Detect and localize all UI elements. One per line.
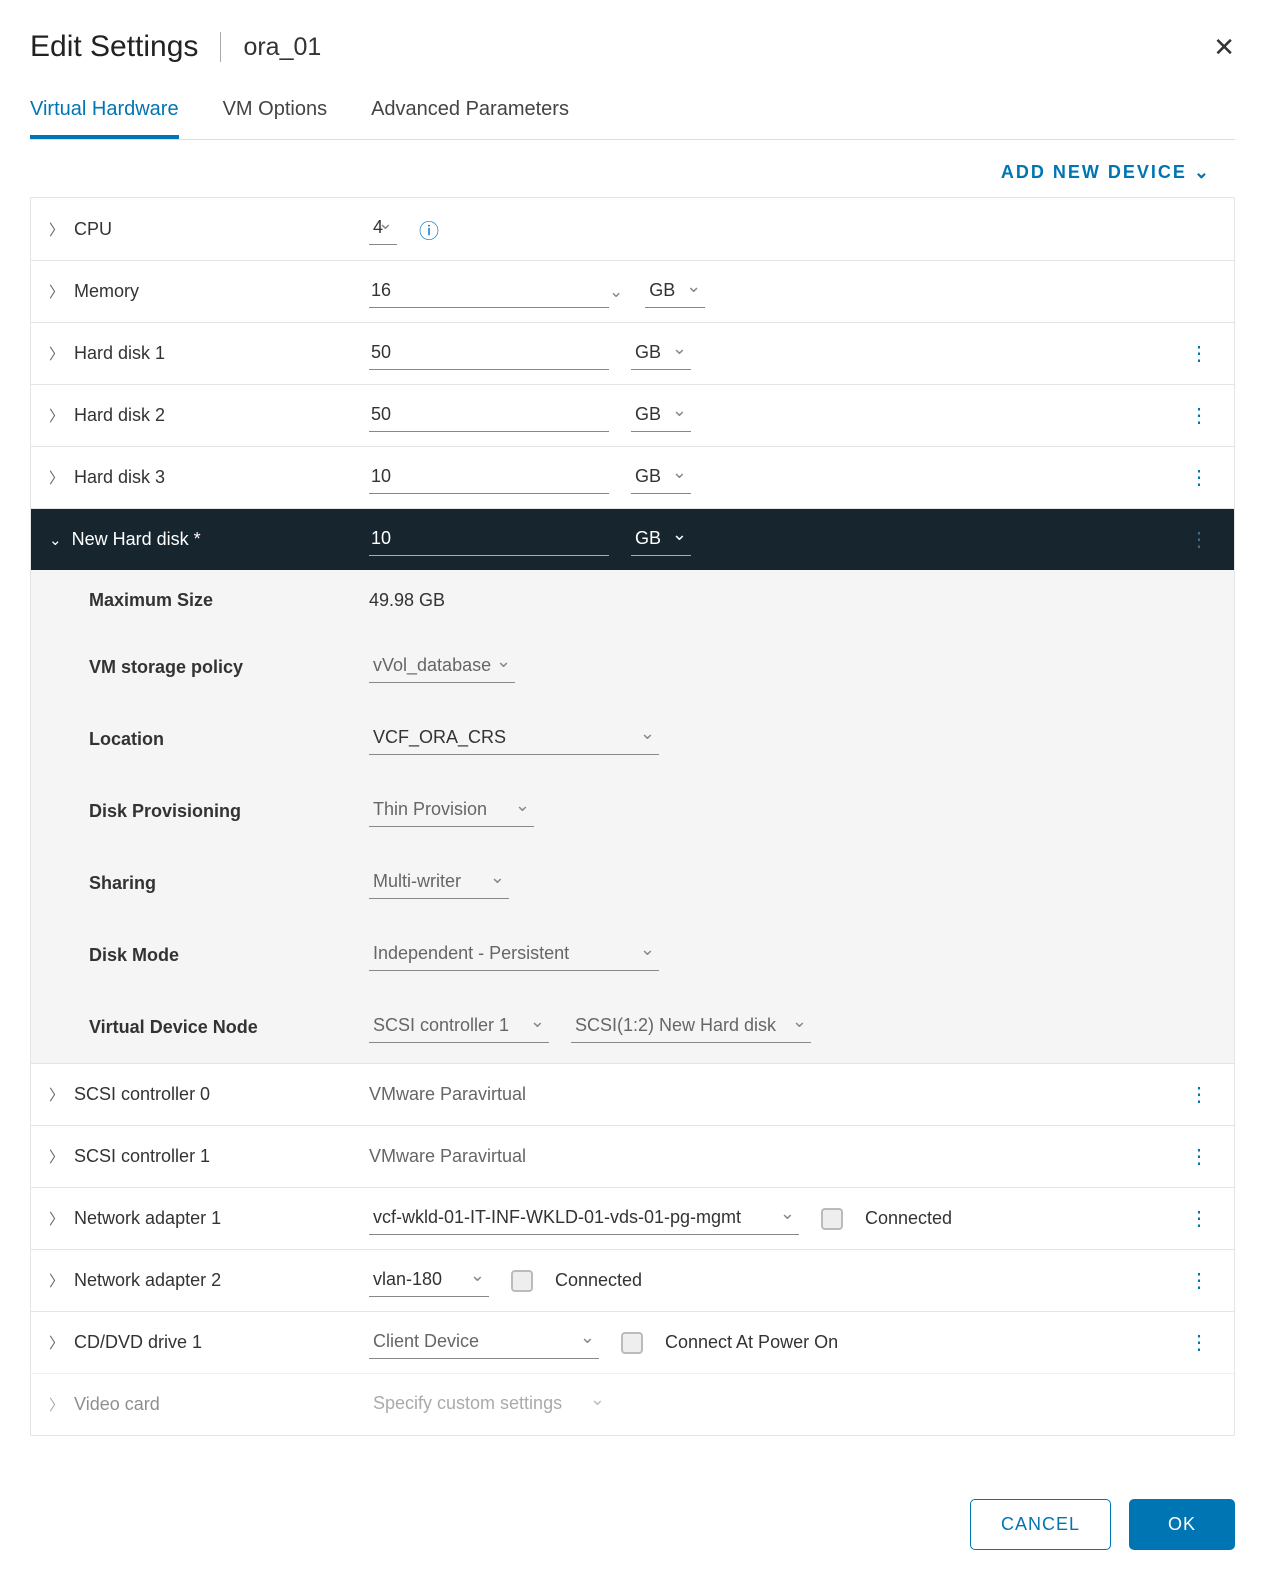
- cd-actions-icon[interactable]: ⋮: [1189, 1332, 1209, 1354]
- expand-net1-icon[interactable]: 〉: [49, 1208, 64, 1229]
- cd-device-select[interactable]: Client Device: [369, 1327, 599, 1359]
- video-label: Video card: [74, 1394, 160, 1415]
- hd2-unit-select[interactable]: GB: [631, 400, 691, 432]
- disk-mode-label: Disk Mode: [49, 945, 369, 966]
- add-new-device-label: ADD NEW DEVICE: [1001, 162, 1187, 182]
- hd1-unit-select[interactable]: GB: [631, 338, 691, 370]
- vm-storage-policy-label: VM storage policy: [49, 657, 369, 678]
- vm-storage-policy-select[interactable]: vVol_database: [369, 651, 515, 683]
- net2-network-select[interactable]: vlan-180: [369, 1265, 489, 1297]
- hd2-label: Hard disk 2: [74, 405, 165, 426]
- sharing-select[interactable]: Multi-writer: [369, 867, 509, 899]
- expand-hd2-icon[interactable]: 〉: [49, 405, 64, 426]
- memory-value-input[interactable]: [369, 276, 609, 308]
- new-hard-disk-actions-icon[interactable]: ⋮: [1189, 529, 1209, 551]
- disk-provisioning-select[interactable]: Thin Provision: [369, 795, 534, 827]
- cd-connect-label: Connect At Power On: [665, 1332, 838, 1353]
- cancel-button[interactable]: CANCEL: [970, 1499, 1111, 1550]
- vm-name: ora_01: [243, 33, 321, 62]
- disk-provisioning-label: Disk Provisioning: [49, 801, 369, 822]
- expand-cd-icon[interactable]: 〉: [49, 1332, 64, 1353]
- memory-unit-select[interactable]: GB: [645, 276, 705, 308]
- net2-connected-label: Connected: [555, 1270, 642, 1291]
- hd2-size-input[interactable]: [369, 400, 609, 432]
- cd-connect-checkbox[interactable]: [621, 1332, 643, 1354]
- expand-hd1-icon[interactable]: 〉: [49, 343, 64, 364]
- new-hard-disk-size-input[interactable]: [369, 524, 609, 556]
- scsi0-label: SCSI controller 0: [74, 1084, 210, 1105]
- scsi1-label: SCSI controller 1: [74, 1146, 210, 1167]
- net1-connected-checkbox[interactable]: [821, 1208, 843, 1230]
- expand-net2-icon[interactable]: 〉: [49, 1270, 64, 1291]
- hd1-size-input[interactable]: [369, 338, 609, 370]
- expand-hd3-icon[interactable]: 〉: [49, 467, 64, 488]
- net1-label: Network adapter 1: [74, 1208, 221, 1229]
- video-settings-select[interactable]: Specify custom settings: [369, 1389, 609, 1420]
- cd-label: CD/DVD drive 1: [74, 1332, 202, 1353]
- location-label: Location: [49, 729, 369, 750]
- new-hard-disk-label: New Hard disk *: [72, 529, 201, 550]
- vdn-controller-select[interactable]: SCSI controller 1: [369, 1011, 549, 1043]
- chevron-down-icon[interactable]: ⌄: [609, 282, 623, 302]
- expand-cpu-icon[interactable]: 〉: [49, 219, 64, 240]
- net1-actions-icon[interactable]: ⋮: [1189, 1208, 1209, 1230]
- chevron-down-icon: ⌄: [1194, 162, 1211, 182]
- info-icon[interactable]: ⓘ: [419, 215, 439, 244]
- net1-network-select[interactable]: vcf-wkld-01-IT-INF-WKLD-01-vds-01-pg-mgm…: [369, 1203, 799, 1235]
- hd1-actions-icon[interactable]: ⋮: [1189, 343, 1209, 365]
- net2-label: Network adapter 2: [74, 1270, 221, 1291]
- scsi1-value: VMware Paravirtual: [369, 1146, 526, 1167]
- net2-connected-checkbox[interactable]: [511, 1270, 533, 1292]
- sharing-label: Sharing: [49, 873, 369, 894]
- dialog-title: Edit Settings: [30, 30, 198, 64]
- net2-actions-icon[interactable]: ⋮: [1189, 1270, 1209, 1292]
- maximum-size-label: Maximum Size: [49, 590, 369, 611]
- expand-scsi0-icon[interactable]: 〉: [49, 1084, 64, 1105]
- close-icon[interactable]: ✕: [1213, 32, 1235, 63]
- tab-advanced-parameters[interactable]: Advanced Parameters: [371, 98, 569, 139]
- hd3-unit-select[interactable]: GB: [631, 462, 691, 494]
- expand-memory-icon[interactable]: 〉: [49, 281, 64, 302]
- vdn-slot-select[interactable]: SCSI(1:2) New Hard disk: [571, 1011, 811, 1043]
- expand-scsi1-icon[interactable]: 〉: [49, 1146, 64, 1167]
- title-separator: [220, 32, 221, 62]
- ok-button[interactable]: OK: [1129, 1499, 1235, 1550]
- virtual-device-node-label: Virtual Device Node: [49, 1017, 369, 1038]
- scsi0-value: VMware Paravirtual: [369, 1084, 526, 1105]
- tab-virtual-hardware[interactable]: Virtual Hardware: [30, 98, 179, 139]
- net1-connected-label: Connected: [865, 1208, 952, 1229]
- hd3-size-input[interactable]: [369, 462, 609, 494]
- scsi0-actions-icon[interactable]: ⋮: [1189, 1084, 1209, 1106]
- hd3-label: Hard disk 3: [74, 467, 165, 488]
- hd2-actions-icon[interactable]: ⋮: [1189, 405, 1209, 427]
- scsi1-actions-icon[interactable]: ⋮: [1189, 1146, 1209, 1168]
- maximum-size-value: 49.98 GB: [369, 590, 445, 611]
- new-hard-disk-unit-select[interactable]: GB: [631, 524, 691, 556]
- location-select[interactable]: VCF_ORA_CRS: [369, 723, 659, 755]
- hd1-label: Hard disk 1: [74, 343, 165, 364]
- cpu-label: CPU: [74, 219, 112, 240]
- hd3-actions-icon[interactable]: ⋮: [1189, 467, 1209, 489]
- collapse-new-hard-disk-icon[interactable]: ⌄: [49, 531, 62, 549]
- expand-video-icon[interactable]: 〉: [49, 1394, 64, 1415]
- cpu-count-select[interactable]: 4: [369, 213, 397, 245]
- tab-vm-options[interactable]: VM Options: [223, 98, 327, 139]
- memory-label: Memory: [74, 281, 139, 302]
- add-new-device-button[interactable]: ADD NEW DEVICE ⌄: [30, 140, 1235, 197]
- disk-mode-select[interactable]: Independent - Persistent: [369, 939, 659, 971]
